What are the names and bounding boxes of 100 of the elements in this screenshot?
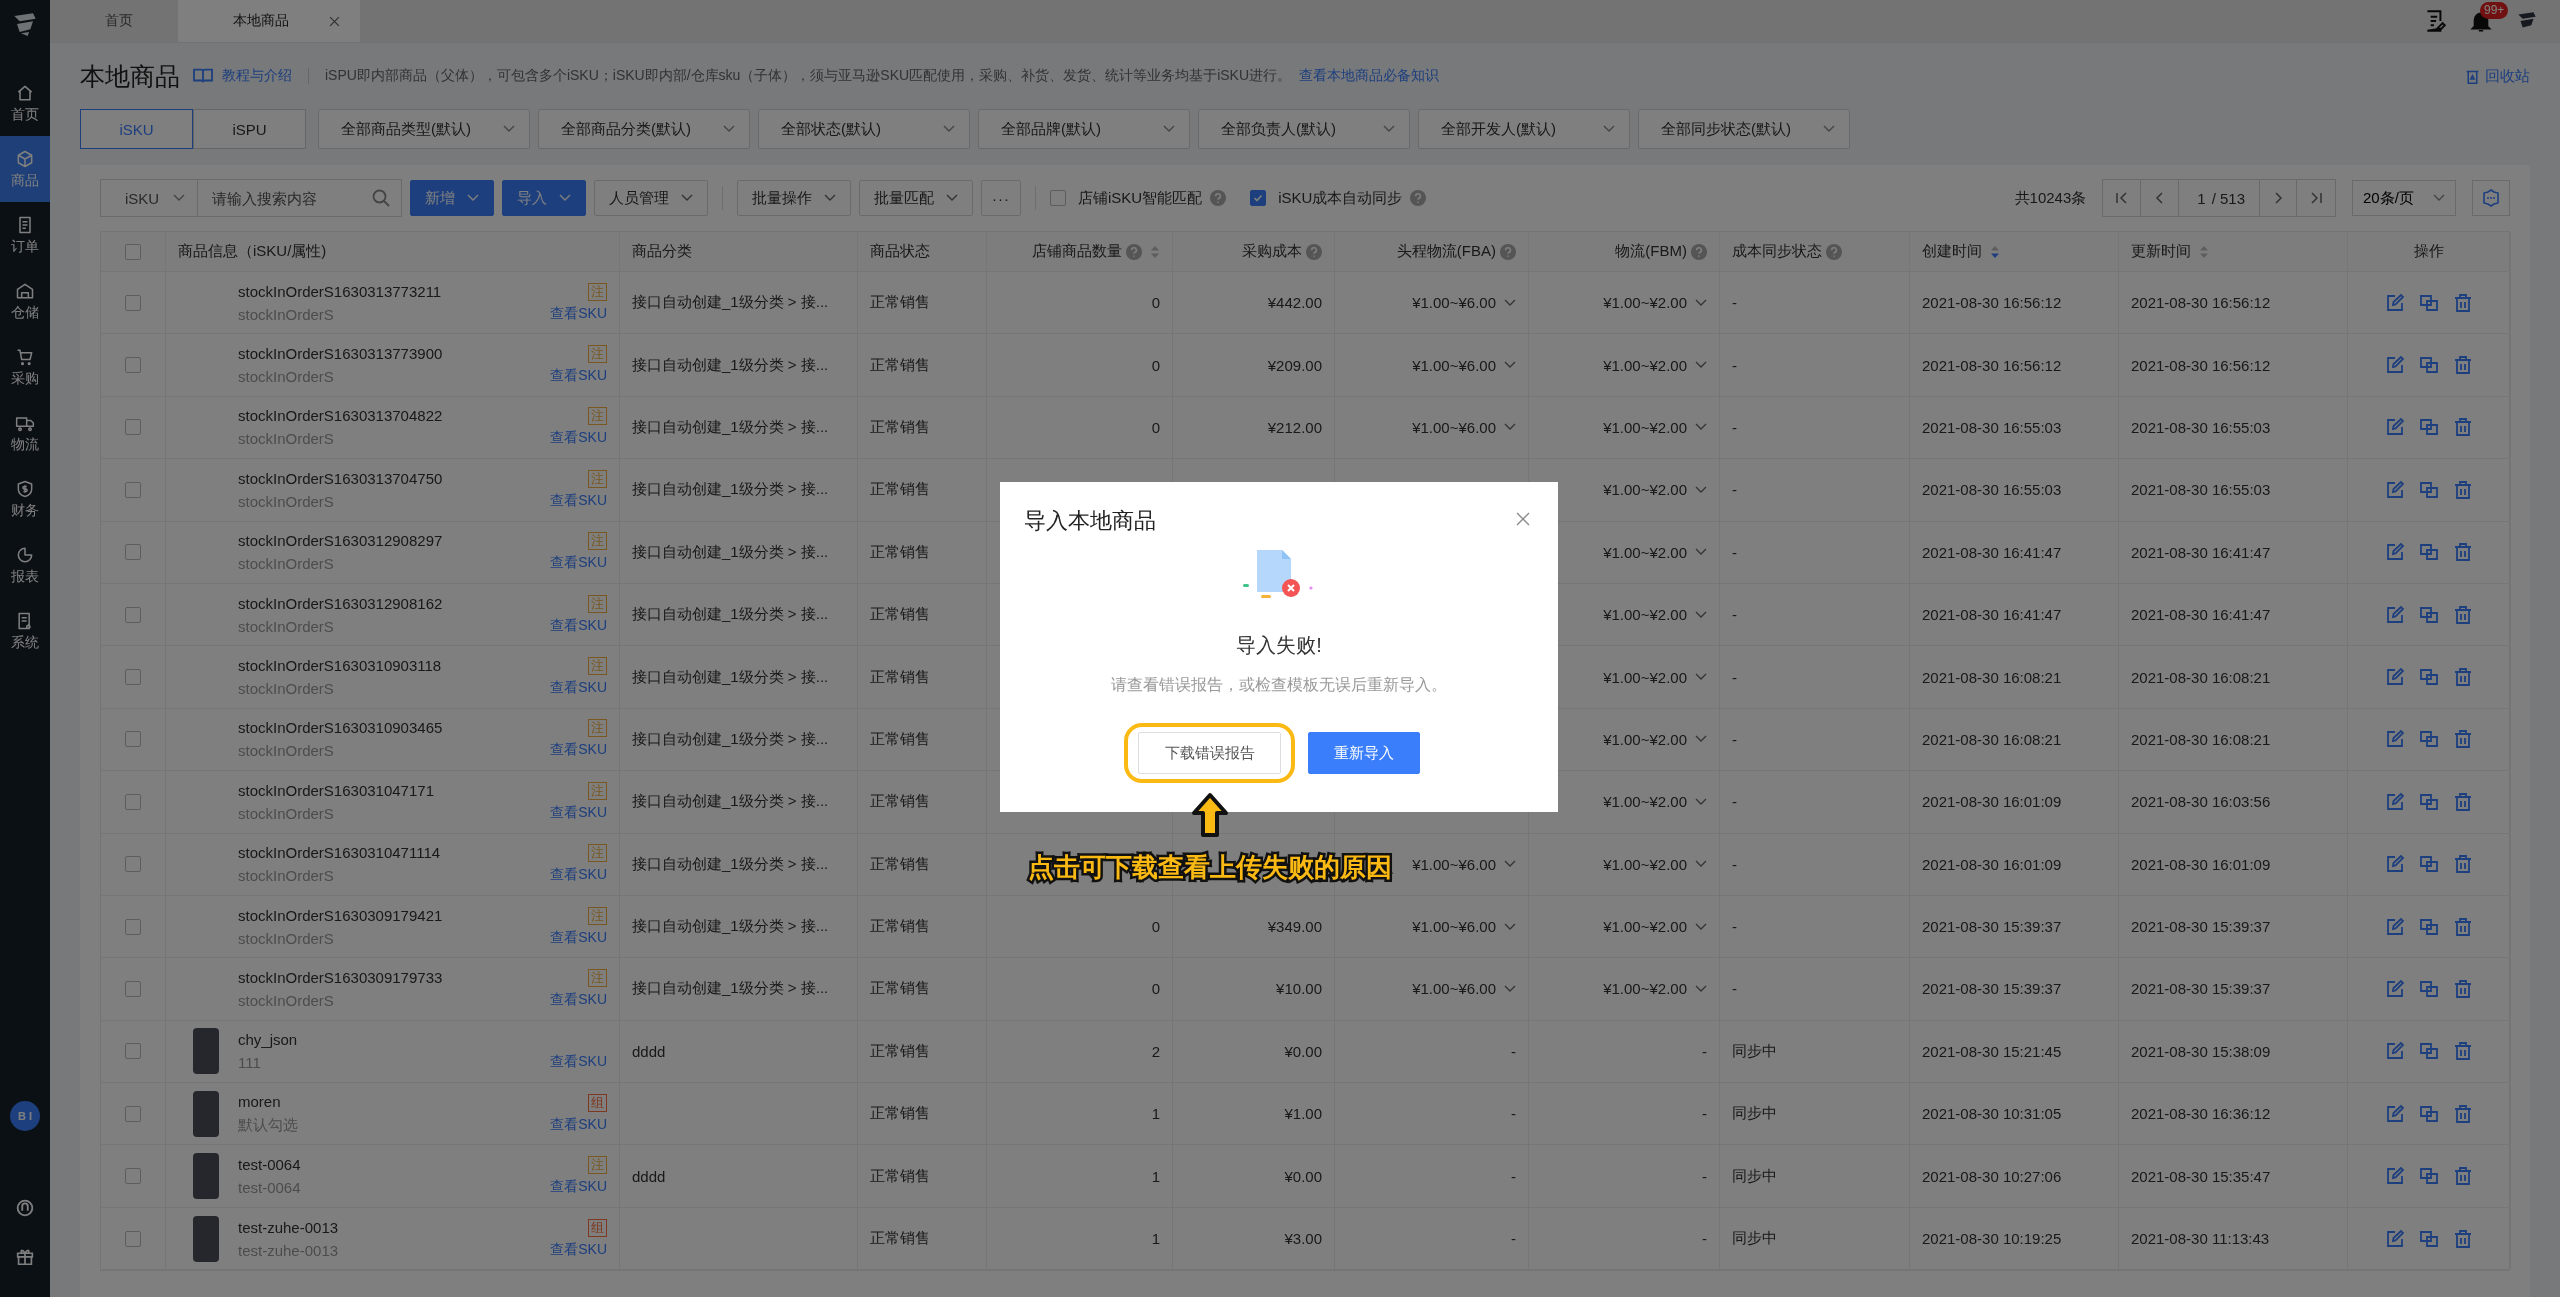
caret-icon[interactable] bbox=[1695, 735, 1707, 744]
sidebar-item[interactable]: 系统 bbox=[0, 598, 50, 664]
search-box[interactable]: iSKU 请输入搜索内容 bbox=[100, 179, 402, 217]
copy-icon[interactable] bbox=[2419, 479, 2439, 500]
caret-icon[interactable] bbox=[1504, 985, 1516, 993]
view-sku-link[interactable]: 查看SKU bbox=[550, 429, 607, 448]
trash-icon[interactable] bbox=[2453, 1166, 2473, 1187]
edit-icon[interactable] bbox=[2385, 729, 2405, 750]
view-sku-link[interactable]: 查看SKU bbox=[550, 1178, 607, 1197]
checkbox-label[interactable]: 店铺iSKU智能匹配 bbox=[1078, 188, 1203, 208]
copy-icon[interactable] bbox=[2419, 417, 2439, 438]
caret-icon[interactable] bbox=[1504, 298, 1516, 307]
edit-icon[interactable] bbox=[2385, 791, 2405, 812]
checkbox-label[interactable]: iSKU成本自动同步 bbox=[1278, 188, 1403, 208]
close-icon[interactable] bbox=[1516, 512, 1530, 526]
copy-icon[interactable] bbox=[2419, 355, 2439, 376]
row-checkbox[interactable] bbox=[125, 918, 141, 935]
caret-icon[interactable] bbox=[1504, 860, 1516, 869]
help-icon[interactable] bbox=[1691, 243, 1707, 260]
tutorial-link[interactable]: 教程与介绍 bbox=[222, 67, 292, 85]
more-button[interactable]: ··· bbox=[981, 180, 1021, 216]
dropdown-button[interactable]: 批量匹配 bbox=[859, 180, 973, 216]
caret-icon[interactable] bbox=[1695, 361, 1707, 370]
row-checkbox[interactable] bbox=[125, 419, 141, 436]
caret-icon[interactable] bbox=[1504, 361, 1516, 370]
copy-icon[interactable] bbox=[2419, 542, 2439, 563]
view-sku-link[interactable]: 查看SKU bbox=[550, 367, 607, 386]
caret-icon[interactable] bbox=[1695, 922, 1707, 931]
help-icon[interactable] bbox=[1826, 243, 1842, 260]
edit-icon[interactable] bbox=[2385, 292, 2405, 313]
edit-icon[interactable] bbox=[2385, 604, 2405, 625]
trash-icon[interactable] bbox=[2453, 417, 2473, 438]
trash-icon[interactable] bbox=[2453, 791, 2473, 812]
view-toggle[interactable]: iSPU bbox=[193, 109, 306, 149]
copy-icon[interactable] bbox=[2419, 854, 2439, 875]
caret-icon[interactable] bbox=[1504, 922, 1516, 931]
checkbox[interactable] bbox=[1250, 190, 1267, 206]
dropdown-button[interactable]: 人员管理 bbox=[594, 180, 708, 216]
view-sku-link[interactable]: 查看SKU bbox=[550, 679, 607, 698]
download-report-button[interactable]: 下载错误报告 bbox=[1138, 732, 1281, 774]
filter-dropdown[interactable]: 全部负责人(默认) bbox=[1198, 109, 1410, 149]
edit-icon[interactable] bbox=[2385, 1103, 2405, 1124]
view-sku-link[interactable]: 查看SKU bbox=[550, 491, 607, 510]
edit-icon[interactable] bbox=[2385, 479, 2405, 500]
caret-icon[interactable] bbox=[1695, 797, 1707, 806]
filter-dropdown[interactable]: 全部同步状态(默认) bbox=[1638, 109, 1850, 149]
recycle-bin-link[interactable]: 回收站 bbox=[2464, 66, 2530, 86]
bi-badge[interactable]: B I bbox=[10, 1101, 40, 1131]
sort-icon[interactable] bbox=[1150, 244, 1160, 259]
help-icon[interactable] bbox=[1210, 190, 1227, 206]
copy-icon[interactable] bbox=[2419, 791, 2439, 812]
sidebar-item[interactable]: 财务 bbox=[0, 466, 50, 532]
edit-icon[interactable] bbox=[2385, 1166, 2405, 1187]
row-checkbox[interactable] bbox=[125, 481, 141, 498]
edit-icon[interactable] bbox=[2385, 667, 2405, 688]
view-sku-link[interactable]: 查看SKU bbox=[550, 616, 607, 635]
edit-icon[interactable] bbox=[2385, 979, 2405, 999]
caret-icon[interactable] bbox=[1695, 610, 1707, 619]
page-tab[interactable]: 本地商品 bbox=[178, 0, 360, 42]
sidebar-item[interactable]: 首页 bbox=[0, 70, 50, 136]
select-all-checkbox[interactable] bbox=[125, 243, 141, 260]
sidebar-item[interactable]: 报表 bbox=[0, 532, 50, 598]
row-checkbox[interactable] bbox=[125, 669, 141, 686]
view-sku-link[interactable]: 查看SKU bbox=[550, 554, 607, 573]
sidebar-item[interactable]: 物流 bbox=[0, 400, 50, 466]
settings-button[interactable] bbox=[2472, 180, 2510, 216]
close-icon[interactable] bbox=[329, 15, 340, 27]
copy-icon[interactable] bbox=[2419, 729, 2439, 750]
page-tab[interactable]: 首页 bbox=[50, 0, 178, 42]
trash-icon[interactable] bbox=[2453, 292, 2473, 313]
next-page-button[interactable] bbox=[2259, 180, 2297, 216]
edit-icon[interactable] bbox=[2385, 355, 2405, 376]
edit-icon[interactable] bbox=[2385, 854, 2405, 875]
search-icon[interactable] bbox=[371, 188, 391, 208]
dropdown-button[interactable]: 新增 bbox=[410, 180, 494, 216]
page-input[interactable]: 1 bbox=[2197, 189, 2206, 207]
trash-icon[interactable] bbox=[2453, 979, 2473, 999]
row-checkbox[interactable] bbox=[125, 1043, 141, 1060]
trash-icon[interactable] bbox=[2453, 916, 2473, 937]
view-sku-link[interactable]: 查看SKU bbox=[550, 803, 607, 822]
caret-icon[interactable] bbox=[1504, 423, 1516, 432]
row-checkbox[interactable] bbox=[125, 981, 141, 997]
filter-dropdown[interactable]: 全部商品分类(默认) bbox=[538, 109, 750, 149]
reimport-button[interactable]: 重新导入 bbox=[1308, 732, 1420, 774]
help-icon[interactable] bbox=[1306, 243, 1322, 260]
copy-icon[interactable] bbox=[2419, 1228, 2439, 1249]
view-sku-link[interactable]: 查看SKU bbox=[550, 866, 607, 885]
sidebar-item[interactable]: 商品 bbox=[0, 136, 50, 202]
view-toggle[interactable]: iSKU bbox=[80, 109, 193, 149]
filter-dropdown[interactable]: 全部开发人(默认) bbox=[1418, 109, 1630, 149]
sort-icon[interactable] bbox=[2199, 244, 2209, 259]
edit-icon[interactable] bbox=[2385, 1041, 2405, 1062]
row-checkbox[interactable] bbox=[125, 606, 141, 623]
view-sku-link[interactable]: 查看SKU bbox=[550, 741, 607, 760]
sidebar-item[interactable]: 仓储 bbox=[0, 268, 50, 334]
copy-icon[interactable] bbox=[2419, 1166, 2439, 1187]
sort-icon[interactable] bbox=[1990, 244, 2000, 259]
copy-icon[interactable] bbox=[2419, 667, 2439, 688]
row-checkbox[interactable] bbox=[125, 1230, 141, 1247]
view-sku-link[interactable]: 查看SKU bbox=[550, 1115, 607, 1134]
